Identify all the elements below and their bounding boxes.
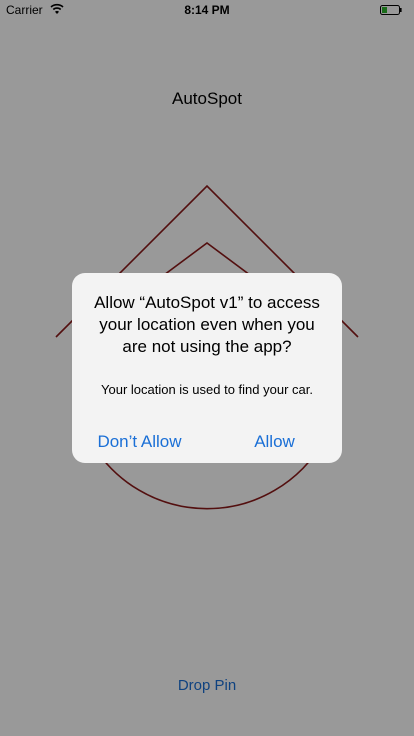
app-screen: Carrier 8:14 PM AutoSpot Drop Pin Allow …: [0, 0, 414, 736]
alert-button-row: Don’t Allow Allow: [72, 421, 342, 463]
alert-message: Your location is used to find your car.: [101, 382, 313, 397]
alert-title: Allow “AutoSpot v1” to access your locat…: [94, 293, 320, 356]
allow-button[interactable]: Allow: [207, 421, 342, 463]
dont-allow-button[interactable]: Don’t Allow: [72, 421, 207, 463]
location-permission-alert: Allow “AutoSpot v1” to access your locat…: [72, 273, 342, 463]
